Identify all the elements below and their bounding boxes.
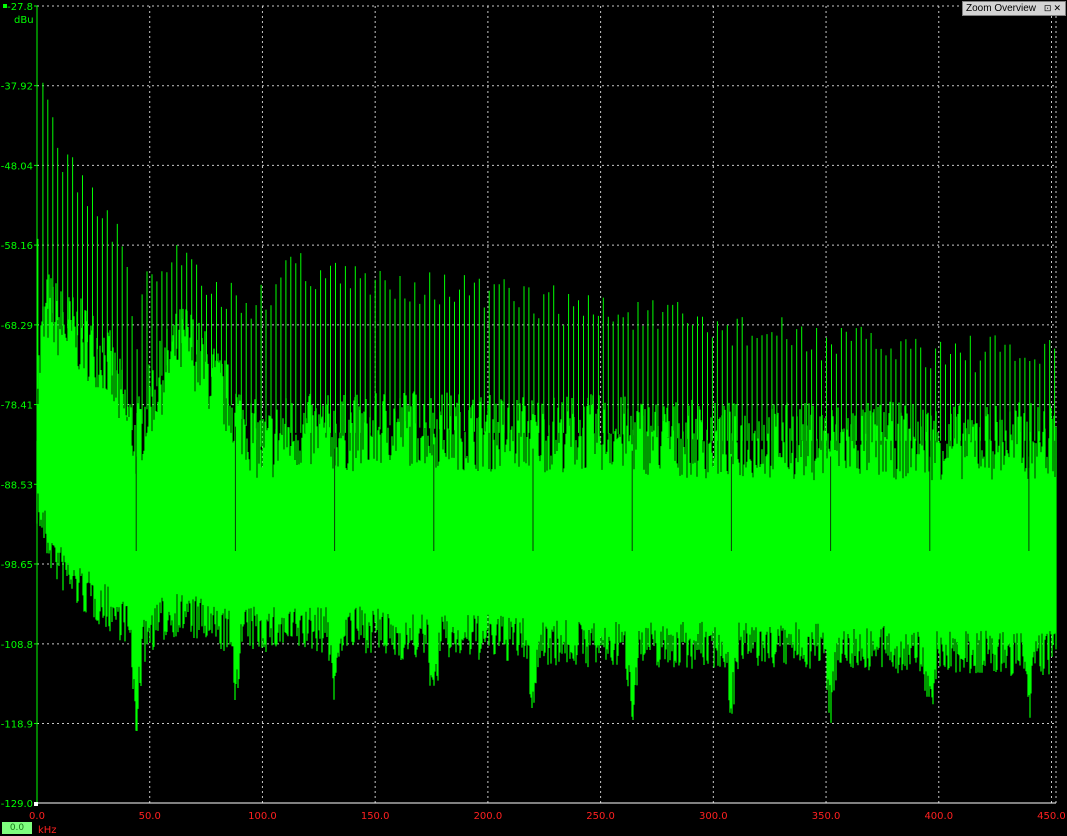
y-tick-label: -37.92 xyxy=(1,82,33,93)
x-tick-label: 200.0 xyxy=(474,811,503,822)
x-tick-label: 300.0 xyxy=(699,811,728,822)
x-tick-label: 450.0 xyxy=(1037,811,1066,822)
y-tick-label: -27.8 xyxy=(7,2,33,13)
x-axis-tick-labels: 0.0 50.0 100.0 150.0 200.0 250.0 300.0 350.0 400… xyxy=(29,811,1066,822)
y-tick-label: -118.9 xyxy=(1,719,33,730)
x-tick-label: 50.0 xyxy=(139,811,161,822)
x-tick-label: 0.0 xyxy=(29,811,45,822)
zoom-overview-title: Zoom Overview xyxy=(966,3,1037,14)
x-tick-label: 250.0 xyxy=(586,811,615,822)
cursor-readout[interactable]: 0.0 xyxy=(2,822,32,834)
noise-floor-path xyxy=(36,274,1057,731)
top-left-marker xyxy=(3,4,7,8)
close-icon[interactable]: ✕ xyxy=(1053,3,1063,13)
x-tick-label: 150.0 xyxy=(361,811,390,822)
x-tick-label: 400.0 xyxy=(924,811,953,822)
y-tick-label: -78.41 xyxy=(1,401,33,412)
x-axis-unit-label: kHz xyxy=(38,825,57,836)
y-tick-label: -98.65 xyxy=(1,560,33,571)
y-tick-label: -88.53 xyxy=(1,480,33,491)
zoom-overview-panel[interactable]: Zoom Overview ⊡✕ xyxy=(962,1,1066,16)
y-axis-tick-labels: -27.8 -37.92 -48.04 -58.16 -68.29 -78.41 -88.5… xyxy=(1,2,33,810)
x-tick-label: 350.0 xyxy=(812,811,841,822)
origin-marker xyxy=(34,802,38,806)
y-tick-label: -68.29 xyxy=(1,321,33,332)
y-tick-label: -108.8 xyxy=(1,640,33,651)
noise-floor-band xyxy=(36,274,1057,731)
y-tick-label: -58.16 xyxy=(1,241,33,252)
x-tick-label: 100.0 xyxy=(248,811,277,822)
spectrum-plot[interactable]: -27.8 -37.92 -48.04 -58.16 -68.29 -78.41 -88.5… xyxy=(0,0,1067,836)
y-tick-label: -129.0 xyxy=(1,799,33,810)
y-tick-label: -48.04 xyxy=(1,161,33,172)
y-axis-unit-label: dBu xyxy=(14,15,34,26)
